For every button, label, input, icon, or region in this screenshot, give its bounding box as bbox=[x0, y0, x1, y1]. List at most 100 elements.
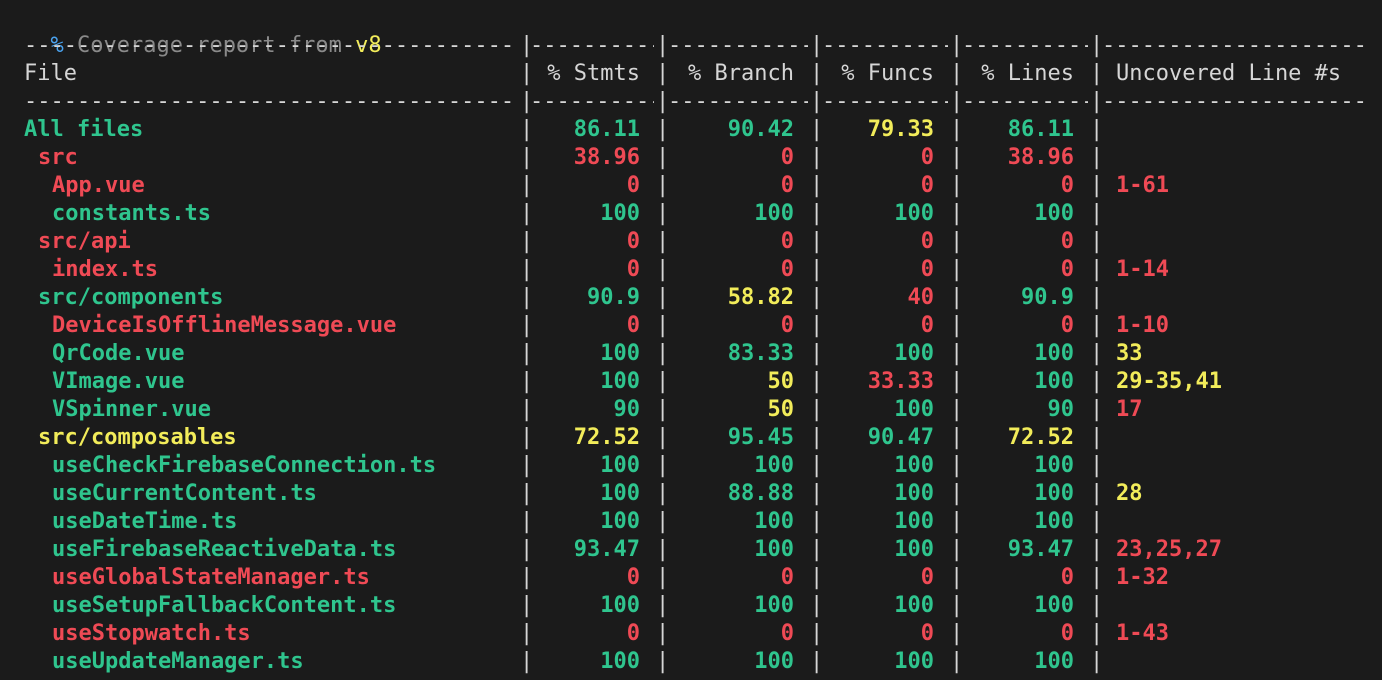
row-funcs-value: 100 bbox=[894, 397, 934, 422]
column-separator: | bbox=[656, 257, 670, 282]
column-separator: | bbox=[520, 117, 534, 142]
row-branch-value: 100 bbox=[754, 453, 794, 478]
row-lines-value: 100 bbox=[1034, 509, 1074, 534]
row-stmts-value: 100 bbox=[600, 453, 640, 478]
column-separator: | bbox=[1090, 313, 1104, 338]
row-branch-value: 0 bbox=[780, 145, 794, 170]
row-funcs-value: 33.33 bbox=[867, 369, 934, 394]
row-lines-value: 0 bbox=[1060, 173, 1074, 198]
column-separator: | bbox=[656, 117, 670, 142]
row-funcs-value: 0 bbox=[920, 229, 934, 254]
header-uncovered: Uncovered Line #s bbox=[1116, 61, 1342, 86]
row-stmts-value: 93.47 bbox=[573, 537, 640, 562]
column-separator: | bbox=[520, 425, 534, 450]
row-file-name: VImage.vue bbox=[52, 369, 185, 394]
column-separator: | bbox=[1090, 369, 1104, 394]
row-lines-value: 86.11 bbox=[1007, 117, 1074, 142]
column-separator: | bbox=[656, 341, 670, 366]
row-funcs-value: 0 bbox=[920, 621, 934, 646]
row-funcs-value: 0 bbox=[920, 145, 934, 170]
row-file-name: index.ts bbox=[52, 257, 158, 282]
column-separator: | bbox=[950, 425, 964, 450]
row-lines-value: 100 bbox=[1034, 649, 1074, 674]
row-uncovered-value: 1-14 bbox=[1116, 257, 1169, 282]
column-separator: | bbox=[520, 565, 534, 590]
column-separator: | bbox=[950, 453, 964, 478]
column-separator: | bbox=[656, 201, 670, 226]
column-separator: | bbox=[656, 313, 670, 338]
row-uncovered-value: 1-32 bbox=[1116, 565, 1169, 590]
row-uncovered-value: 29-35,41 bbox=[1116, 369, 1222, 394]
row-lines-value: 93.47 bbox=[1007, 537, 1074, 562]
column-separator: | bbox=[656, 509, 670, 534]
row-uncovered-value bbox=[1116, 508, 1376, 536]
row-stmts-value: 100 bbox=[600, 593, 640, 618]
row-uncovered-value: 23,25,27 bbox=[1116, 537, 1222, 562]
row-stmts-value: 90.9 bbox=[587, 285, 640, 310]
row-lines-value: 0 bbox=[1060, 313, 1074, 338]
column-separator: | bbox=[810, 425, 824, 450]
column-separator: | bbox=[520, 397, 534, 422]
row-stmts-value: 100 bbox=[600, 201, 640, 226]
column-separator: | bbox=[656, 621, 670, 646]
row-branch-value: 58.82 bbox=[727, 285, 794, 310]
header-file: File bbox=[24, 61, 77, 86]
column-separator: | bbox=[950, 145, 964, 170]
row-uncovered-value bbox=[1116, 228, 1376, 256]
column-separator: | bbox=[1090, 285, 1104, 310]
column-separator: | bbox=[656, 145, 670, 170]
row-branch-value: 0 bbox=[780, 229, 794, 254]
row-uncovered-value: 28 bbox=[1116, 481, 1143, 506]
column-separator: | bbox=[950, 117, 964, 142]
row-lines-value: 0 bbox=[1060, 229, 1074, 254]
column-separator: | bbox=[656, 397, 670, 422]
column-separator: | bbox=[810, 145, 824, 170]
row-branch-value: 100 bbox=[754, 201, 794, 226]
table-row: useSetupFallbackContent.ts | 100 | 100 | 100 | 1… bbox=[24, 592, 1374, 620]
row-file-name: src bbox=[38, 145, 78, 170]
column-separator: | bbox=[950, 369, 964, 394]
row-branch-value: 83.33 bbox=[727, 341, 794, 366]
table-row: App.vue | 0 | 0 | 0 | 0 | 1-61 bbox=[24, 172, 1374, 200]
coverage-report-title: % Coverage report from v8 bbox=[24, 4, 382, 58]
column-separator: | bbox=[810, 509, 824, 534]
row-lines-value: 100 bbox=[1034, 341, 1074, 366]
row-branch-value: 0 bbox=[780, 173, 794, 198]
row-branch-value: 50 bbox=[767, 397, 795, 422]
row-stmts-value: 0 bbox=[626, 257, 640, 282]
column-separator: | bbox=[810, 201, 824, 226]
column-separator: | bbox=[520, 649, 534, 674]
column-separator: | bbox=[810, 341, 824, 366]
column-separator: | bbox=[520, 509, 534, 534]
row-funcs-value: 90.47 bbox=[867, 425, 934, 450]
column-separator: | bbox=[810, 229, 824, 254]
row-funcs-value: 100 bbox=[894, 201, 934, 226]
column-separator: | bbox=[1090, 621, 1104, 646]
column-separator: | bbox=[520, 173, 534, 198]
column-separator: | bbox=[520, 341, 534, 366]
row-uncovered-value bbox=[1116, 452, 1376, 480]
column-separator: | bbox=[1090, 117, 1104, 142]
table-row: src | 38.96 | 0 | 0 | 38.96 | bbox=[24, 144, 1374, 172]
row-file-name: DeviceIsOfflineMessage.vue bbox=[52, 313, 397, 338]
row-stmts-value: 100 bbox=[600, 649, 640, 674]
row-funcs-value: 0 bbox=[920, 173, 934, 198]
column-separator: | bbox=[1090, 201, 1104, 226]
row-stmts-value: 0 bbox=[626, 173, 640, 198]
column-separator: | bbox=[950, 565, 964, 590]
table-row: index.ts | 0 | 0 | 0 | 0 | 1-14 bbox=[24, 256, 1374, 284]
column-separator: | bbox=[810, 621, 824, 646]
table-row: VImage.vue | 100 | 50 | 33.33 | 100 | 29-35,41 bbox=[24, 368, 1374, 396]
column-separator: | bbox=[520, 453, 534, 478]
column-separator: | bbox=[810, 257, 824, 282]
row-lines-value: 100 bbox=[1034, 593, 1074, 618]
column-separator: | bbox=[950, 649, 964, 674]
row-stmts-value: 100 bbox=[600, 341, 640, 366]
table-header-border: ----------------------------------------… bbox=[24, 89, 1368, 114]
column-separator: | bbox=[950, 481, 964, 506]
row-file-name: useUpdateManager.ts bbox=[52, 649, 304, 674]
column-separator: | bbox=[950, 341, 964, 366]
column-separator: | bbox=[1090, 481, 1104, 506]
column-separator: | bbox=[950, 313, 964, 338]
row-uncovered-value: 1-61 bbox=[1116, 173, 1169, 198]
